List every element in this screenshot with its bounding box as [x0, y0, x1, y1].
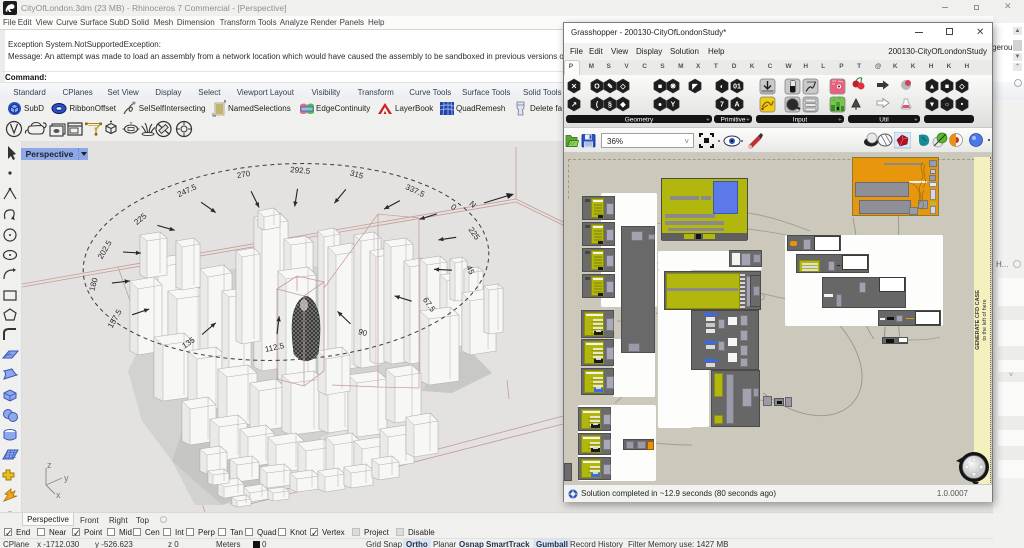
svg-text:+: + — [914, 117, 918, 124]
svg-text:z: z — [47, 460, 52, 470]
svg-text:N: N — [468, 199, 478, 210]
svg-text:225: 225 — [132, 211, 148, 227]
svg-text:Input: Input — [793, 117, 808, 124]
svg-text:●: ● — [658, 102, 662, 109]
svg-text:Primitive: Primitive — [721, 117, 746, 124]
svg-text:180: 180 — [88, 276, 100, 292]
svg-text:x: x — [56, 490, 61, 500]
svg-text:270: 270 — [236, 169, 251, 180]
svg-text:■: ■ — [658, 84, 662, 91]
svg-text:+: + — [746, 117, 750, 124]
svg-text:◆: ◆ — [619, 102, 626, 109]
svg-text:Y: Y — [671, 102, 676, 109]
svg-text:7: 7 — [720, 102, 724, 109]
svg-text:y: y — [64, 473, 69, 483]
svg-text:▲: ▲ — [929, 84, 936, 91]
svg-text:315: 315 — [349, 169, 365, 181]
svg-text:202.5: 202.5 — [96, 238, 114, 260]
svg-text:Util: Util — [879, 117, 889, 124]
svg-text:↗: ↗ — [571, 102, 577, 109]
svg-text:▼: ▼ — [929, 102, 936, 109]
svg-text:247.5: 247.5 — [176, 182, 198, 199]
svg-text:❋: ❋ — [670, 83, 676, 91]
svg-text:✎: ✎ — [607, 83, 613, 91]
svg-text:O: O — [594, 84, 600, 91]
svg-text:§: § — [608, 102, 612, 109]
svg-text:✕: ✕ — [571, 84, 577, 91]
svg-text:+: + — [838, 117, 842, 124]
svg-text:01: 01 — [733, 84, 741, 91]
svg-text:292.5: 292.5 — [290, 165, 311, 176]
svg-text:+: + — [706, 117, 710, 124]
svg-text:◐: ◐ — [720, 84, 724, 91]
svg-text:A: A — [734, 102, 739, 109]
svg-text:■: ■ — [945, 84, 949, 91]
svg-text:Geometry: Geometry — [625, 117, 654, 124]
svg-text:225: 225 — [467, 226, 482, 243]
svg-text:◇: ◇ — [619, 84, 626, 91]
svg-text:◇: ◇ — [958, 84, 965, 91]
svg-text:157.5: 157.5 — [106, 307, 124, 329]
svg-text:○: ○ — [945, 102, 949, 109]
svg-text:◤: ◤ — [691, 84, 698, 91]
svg-text:0: 0 — [449, 202, 459, 212]
svg-text:337.5: 337.5 — [404, 182, 426, 199]
